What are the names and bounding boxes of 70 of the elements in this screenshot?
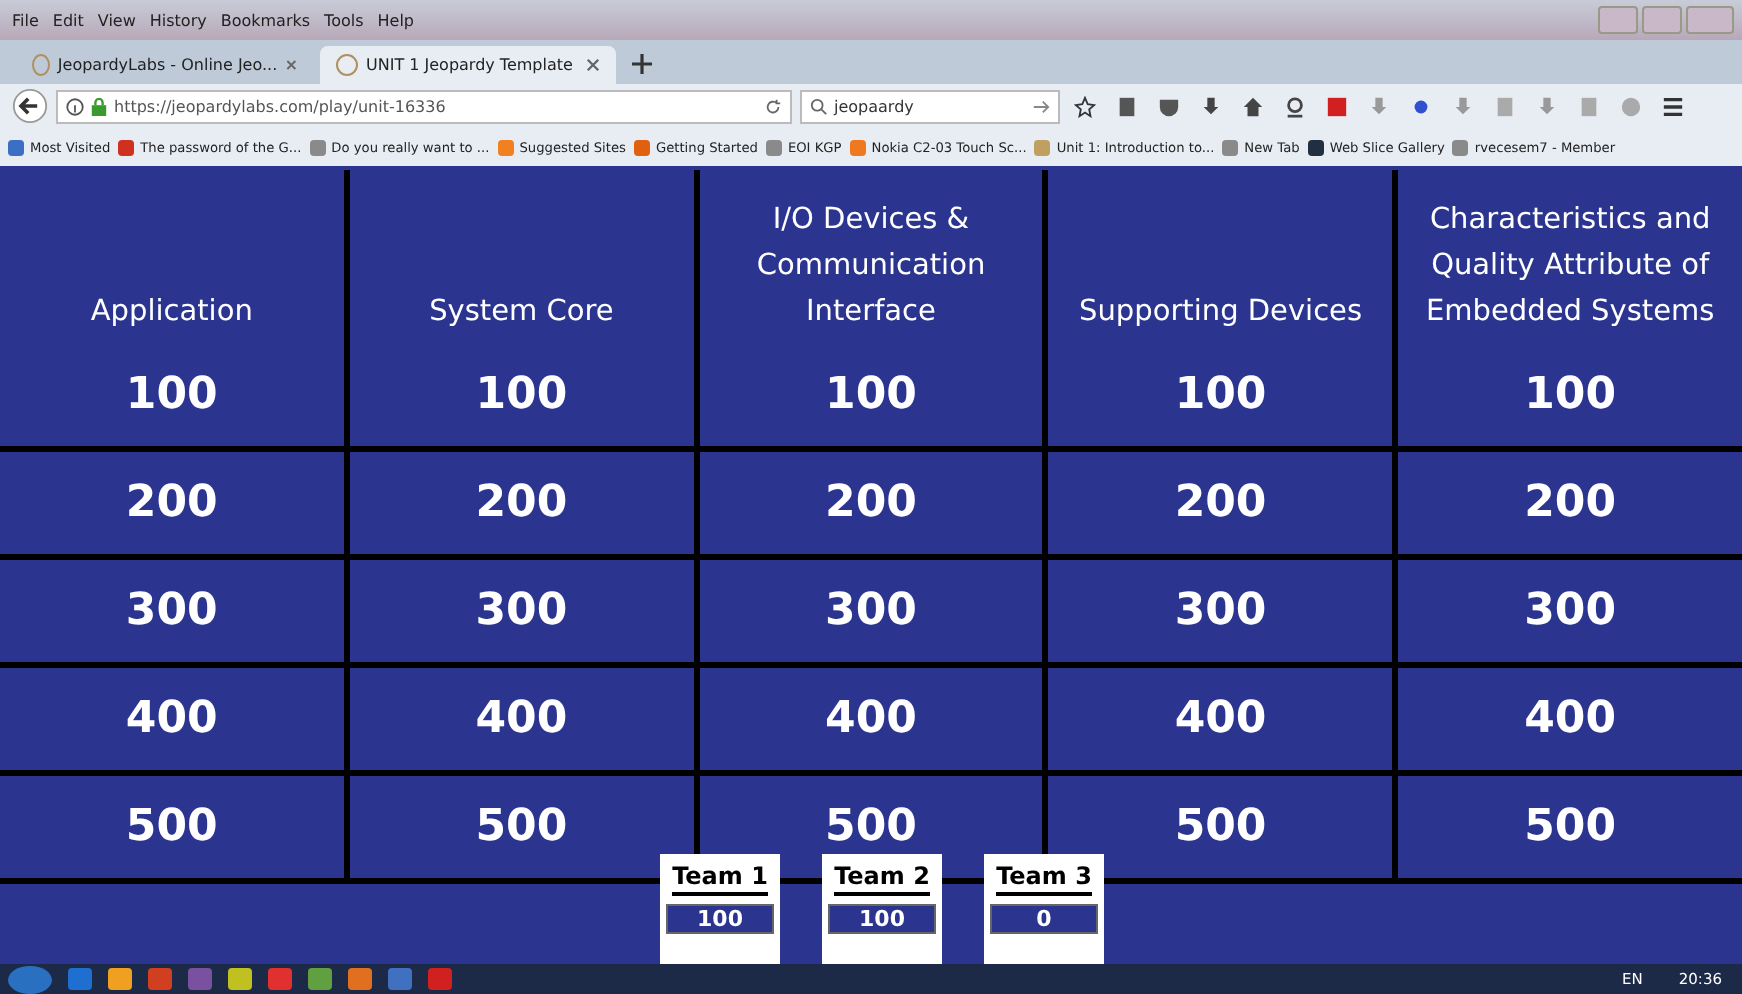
question-tile[interactable]: 200 <box>699 452 1043 554</box>
question-tile[interactable]: 200 <box>1398 452 1742 554</box>
team-score[interactable]: 100 <box>828 904 936 934</box>
reload-icon[interactable] <box>764 97 782 115</box>
download-icon[interactable] <box>1200 95 1222 117</box>
team-score[interactable]: 100 <box>666 904 774 934</box>
menu-item[interactable]: Edit <box>52 11 84 29</box>
taskbar-app-icon[interactable] <box>148 968 172 990</box>
category-heading: Supporting Devices <box>1048 170 1393 344</box>
category-heading: System Core <box>349 170 694 344</box>
lock-icon <box>90 97 108 115</box>
question-tile[interactable]: 300 <box>1398 560 1742 662</box>
taskbar-app-icon[interactable] <box>188 968 212 990</box>
menu-item[interactable]: View <box>97 11 136 29</box>
menu-icon[interactable] <box>1662 95 1684 117</box>
browser-tab[interactable]: UNIT 1 Jeopardy Template <box>320 46 616 84</box>
category-heading: I/O Devices & Communication Interface <box>699 170 1043 344</box>
question-tile[interactable]: 300 <box>1048 560 1393 662</box>
taskbar-app-icon[interactable] <box>228 968 252 990</box>
webcam-icon[interactable] <box>1284 95 1306 117</box>
pocket-icon[interactable] <box>1158 95 1180 117</box>
taskbar-app-icon[interactable] <box>348 968 372 990</box>
question-tile[interactable]: 300 <box>699 560 1043 662</box>
question-tile[interactable]: 400 <box>1398 668 1742 770</box>
question-tile[interactable]: 200 <box>1048 452 1393 554</box>
question-tile[interactable]: 200 <box>0 452 344 554</box>
question-tile[interactable]: 300 <box>0 560 344 662</box>
question-tile[interactable]: 100 <box>699 344 1043 446</box>
arrow-icon[interactable] <box>1032 97 1050 115</box>
team-name: Team 1 <box>672 862 768 896</box>
question-tile[interactable]: 400 <box>349 668 694 770</box>
question-tile[interactable]: 400 <box>1048 668 1393 770</box>
team-name: Team 3 <box>996 862 1092 896</box>
taskbar-app-icon[interactable] <box>68 968 92 990</box>
question-tile[interactable]: 100 <box>0 344 344 446</box>
question-tile[interactable]: 100 <box>1398 344 1742 446</box>
question-tile[interactable]: 100 <box>1048 344 1393 446</box>
home-icon[interactable] <box>1242 95 1264 117</box>
search-field[interactable]: jeopaardy <box>800 89 1060 123</box>
tab-title: UNIT 1 Jeopardy Template <box>366 56 575 74</box>
team-name: Team 2 <box>834 862 930 896</box>
taskbar-app-icon[interactable] <box>428 968 452 990</box>
question-tile[interactable]: 500 <box>0 776 344 878</box>
address-field[interactable]: https://jeopardylabs.com/play/unit-16336 <box>56 89 792 123</box>
menu-item[interactable]: File <box>12 11 39 29</box>
circle-icon[interactable] <box>1410 95 1432 117</box>
question-tile[interactable]: 500 <box>1398 776 1742 878</box>
question-tile[interactable]: 100 <box>349 344 694 446</box>
question-tile[interactable]: 300 <box>349 560 694 662</box>
category-heading: Application <box>0 170 344 344</box>
menu-item[interactable]: Bookmarks <box>220 11 311 29</box>
taskbar-app-icon[interactable] <box>268 968 292 990</box>
taskbar-app-icon[interactable] <box>388 968 412 990</box>
new-tab-icon[interactable] <box>632 54 652 74</box>
menu-item[interactable]: Tools <box>324 11 364 29</box>
question-tile[interactable]: 200 <box>349 452 694 554</box>
back-icon[interactable] <box>12 88 48 124</box>
category-heading: Characteristics and Quality Attribute of Embedded Systems <box>1398 170 1742 344</box>
browser-tab[interactable]: JeopardyLabs - Online Jeo... <box>16 46 312 84</box>
question-tile[interactable]: 400 <box>699 668 1043 770</box>
tab-title: JeopardyLabs - Online Jeo... <box>57 56 278 74</box>
taskbar-app-icon[interactable] <box>308 968 332 990</box>
start-button[interactable] <box>8 965 52 993</box>
menu-item[interactable]: History <box>149 11 207 29</box>
search-icon <box>810 97 828 115</box>
team-score[interactable]: 0 <box>990 904 1098 934</box>
menu-item[interactable]: Help <box>377 11 415 29</box>
question-tile[interactable]: 400 <box>0 668 344 770</box>
star-icon[interactable] <box>1074 95 1096 117</box>
taskbar-app-icon[interactable] <box>108 968 132 990</box>
